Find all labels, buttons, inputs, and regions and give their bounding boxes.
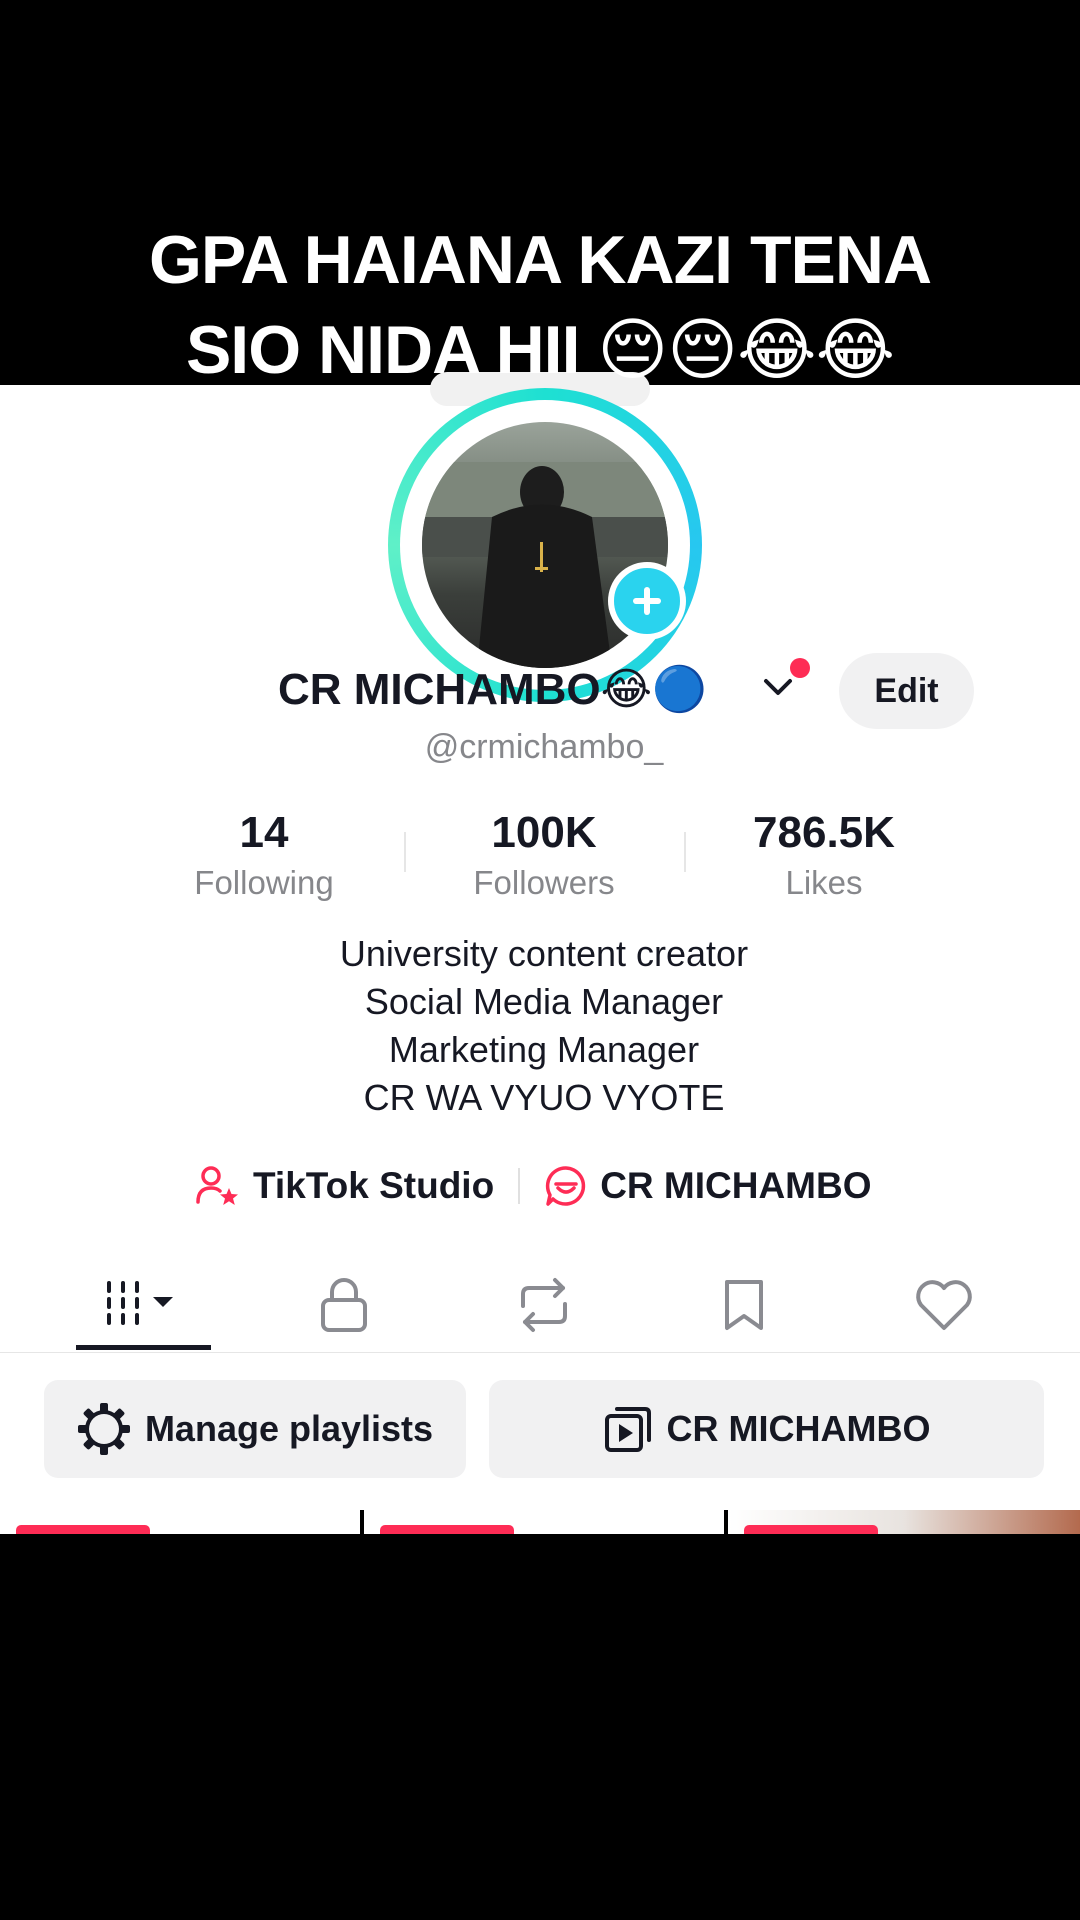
following-count: 14 [239, 808, 289, 857]
bio-line: University content creator [339, 933, 749, 974]
stat-following[interactable]: 14 Following [124, 808, 404, 902]
edit-profile-button[interactable]: Edit [839, 653, 974, 729]
tab-private[interactable] [264, 1262, 424, 1348]
bio-line: Social Media Manager [364, 981, 724, 1022]
video-thumbnail[interactable] [0, 1510, 360, 1534]
playlist-label: CR MICHAMBO [666, 1408, 931, 1449]
profile-links: TikTok Studio CR MICHAMBO [195, 1158, 872, 1214]
username-handle: @crmichambo_ [424, 728, 664, 766]
notification-dot [790, 658, 810, 678]
tab-liked[interactable] [864, 1262, 1024, 1348]
profile-tabs [0, 1262, 1080, 1354]
profile-bio: University content creator Social Media … [0, 930, 1080, 1122]
bio-line: Marketing Manager [388, 1029, 700, 1070]
active-tab-indicator [76, 1345, 211, 1350]
caption-line-2: SIO NIDA HII 😔😔😂😂 [185, 312, 895, 388]
add-story-button[interactable] [608, 562, 686, 640]
tab-reposts[interactable] [464, 1262, 624, 1348]
video-grid [0, 1510, 1080, 1534]
plus-icon [633, 587, 661, 615]
playlist-icon [604, 1407, 651, 1452]
manage-playlists-label: Manage playlists [144, 1408, 434, 1449]
group-chat-icon [546, 1166, 586, 1206]
pinned-badge [16, 1525, 150, 1534]
stat-likes[interactable]: 786.5K Likes [684, 808, 964, 902]
avatar[interactable] [388, 388, 702, 702]
tab-favorites[interactable] [664, 1262, 824, 1348]
link-divider [518, 1168, 521, 1204]
likes-label: Likes [785, 864, 863, 901]
chevron-down-icon[interactable] [762, 675, 794, 701]
pinned-badge [744, 1525, 878, 1534]
gear-icon [77, 1403, 130, 1455]
group-chat-label: CR MICHAMBO [600, 1165, 872, 1206]
bookmark-icon [725, 1280, 763, 1330]
stat-followers[interactable]: 100K Followers [404, 808, 684, 902]
profile-name[interactable]: CR MICHAMBO😂🔵 [278, 663, 707, 715]
playlist-button[interactable]: CR MICHAMBO [489, 1380, 1044, 1478]
tab-videos[interactable] [64, 1262, 224, 1348]
heart-icon [916, 1280, 972, 1330]
tabs-divider [0, 1352, 1080, 1353]
bio-line: CR WA VYUO VYOTE [363, 1077, 725, 1118]
repost-icon [521, 1278, 567, 1332]
lock-icon [321, 1278, 367, 1332]
followers-count: 100K [491, 808, 597, 857]
video-thumbnail[interactable] [728, 1510, 1080, 1534]
tiktok-studio-link[interactable]: TikTok Studio [195, 1164, 494, 1208]
creator-star-icon [196, 1166, 238, 1205]
group-chat-link[interactable]: CR MICHAMBO [544, 1164, 872, 1208]
videos-grid-icon [107, 1281, 173, 1325]
followers-label: Followers [473, 864, 615, 901]
likes-count: 786.5K [753, 808, 895, 857]
video-caption: GPA HAIANA KAZI TENA SIO NIDA HII 😔😔😂😂 [0, 215, 1080, 395]
manage-playlists-button[interactable]: Manage playlists [44, 1380, 466, 1478]
caption-line-1: GPA HAIANA KAZI TENA [148, 222, 932, 298]
pinned-badge [380, 1525, 514, 1534]
tiktok-studio-label: TikTok Studio [253, 1165, 495, 1206]
video-thumbnail[interactable] [364, 1510, 724, 1534]
following-label: Following [194, 864, 334, 901]
